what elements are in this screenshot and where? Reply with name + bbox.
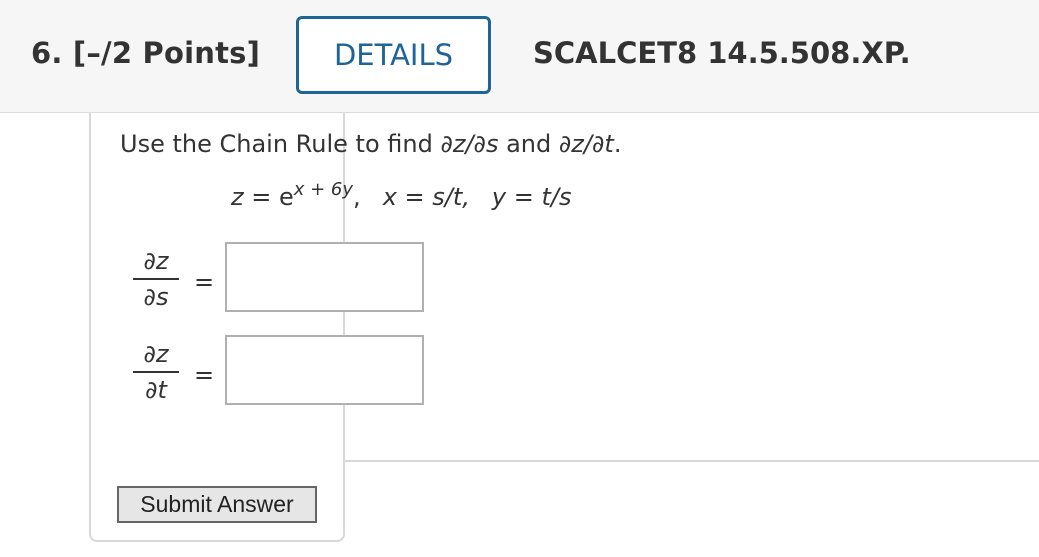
- given-equations: z = ex + 6y, x = s/t, y = t/s: [231, 181, 572, 212]
- derivative-label-s: ∂z ∂s: [133, 246, 179, 312]
- fraction-denominator: ∂s: [143, 283, 169, 311]
- answer-input-dz-ds[interactable]: [225, 242, 424, 312]
- prompt-derivative-t: ∂z/∂t: [558, 130, 614, 158]
- question-id-label: SCALCET8 14.5.508.XP.: [533, 36, 911, 70]
- prompt-prefix: Use the Chain Rule to find: [120, 130, 441, 158]
- eq-y: y = t/s: [491, 183, 572, 211]
- submit-answer-button[interactable]: Submit Answer: [117, 486, 317, 523]
- question-body-box: [89, 113, 345, 542]
- eq-z-var: z: [231, 183, 244, 211]
- question-number-label: 6. [–/2 Points]: [31, 36, 261, 70]
- fraction-bar: [133, 371, 179, 373]
- fraction-numerator: ∂z: [143, 340, 169, 368]
- prompt-and: and: [498, 130, 559, 158]
- answer-input-dz-dt[interactable]: [225, 335, 424, 405]
- details-button[interactable]: DETAILS: [296, 16, 491, 94]
- eq-x: x = s/t,: [382, 183, 470, 211]
- eq-z-exponent: x + 6y: [293, 179, 354, 200]
- question-prompt: Use the Chain Rule to find ∂z/∂s and ∂z/…: [120, 130, 621, 158]
- fraction-numerator: ∂z: [143, 247, 169, 275]
- question-header: 6. [–/2 Points] DETAILS SCALCET8 14.5.50…: [0, 0, 1039, 113]
- equals-sign: =: [194, 361, 215, 389]
- prompt-derivative-s: ∂z/∂s: [440, 130, 499, 158]
- divider-line: [343, 460, 1039, 462]
- fraction-bar: [133, 278, 179, 280]
- eq-z-rel: = e: [243, 183, 294, 211]
- prompt-period: .: [613, 130, 622, 158]
- derivative-label-t: ∂z ∂t: [133, 339, 179, 405]
- equals-sign: =: [194, 268, 215, 296]
- fraction-denominator: ∂t: [145, 376, 167, 404]
- eq-z-comma: ,: [353, 183, 361, 211]
